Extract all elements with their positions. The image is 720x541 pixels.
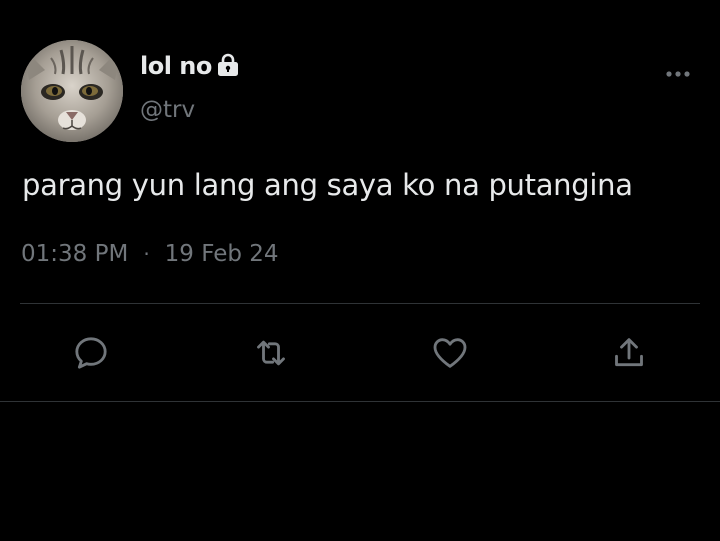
lock-icon [217, 53, 239, 77]
user-handle[interactable]: @trv [140, 97, 195, 123]
divider [20, 303, 700, 304]
retweet-button[interactable] [248, 330, 294, 376]
reply-button[interactable] [68, 330, 114, 376]
display-name[interactable]: lol no [140, 52, 212, 80]
share-button[interactable] [606, 330, 652, 376]
tweet-time[interactable]: 01:38 PM [21, 241, 128, 267]
like-button[interactable] [427, 330, 473, 376]
tweet-text: parang yun lang ang saya ko na putangina [22, 168, 633, 202]
meta-separator: · [143, 242, 150, 266]
share-icon [615, 338, 643, 367]
avatar[interactable] [21, 40, 123, 142]
tweet: lol no @trv parang yun lang ang saya ko … [0, 0, 720, 541]
action-bar [0, 330, 720, 376]
tweet-date[interactable]: 19 Feb 24 [165, 241, 279, 267]
author-name-row: lol no [140, 52, 239, 80]
heart-icon [433, 338, 467, 368]
more-options-button[interactable] [660, 60, 696, 88]
divider [0, 401, 720, 402]
tweet-timestamp: 01:38 PM · 19 Feb 24 [21, 241, 279, 267]
more-options-icon [666, 71, 690, 77]
retweet-icon [257, 340, 285, 366]
cat-avatar-image [21, 40, 123, 142]
reply-icon [75, 337, 107, 369]
